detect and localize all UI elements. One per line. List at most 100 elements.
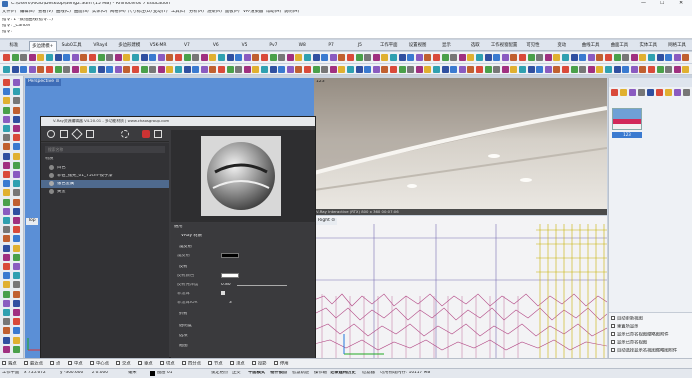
tool-icon[interactable] bbox=[157, 54, 165, 61]
tool-icon[interactable] bbox=[183, 54, 191, 61]
tool-icon[interactable] bbox=[192, 66, 200, 73]
tool-icon[interactable] bbox=[3, 134, 10, 142]
tool-icon[interactable] bbox=[13, 143, 20, 151]
tool-icon[interactable] bbox=[13, 281, 20, 289]
tool-icon[interactable] bbox=[13, 152, 20, 160]
tool-icon[interactable] bbox=[441, 54, 449, 61]
tool-icon[interactable] bbox=[13, 217, 20, 224]
tool-icon[interactable] bbox=[450, 66, 458, 73]
tool-icon[interactable] bbox=[13, 97, 20, 105]
menu-curve[interactable]: 曲线(C) bbox=[56, 10, 71, 14]
materials-icon[interactable] bbox=[47, 130, 55, 138]
checkbox[interactable] bbox=[274, 361, 278, 365]
tool-icon[interactable] bbox=[364, 54, 372, 61]
tool-icon[interactable] bbox=[166, 66, 174, 73]
tool-icon[interactable] bbox=[458, 66, 466, 73]
tool-icon[interactable] bbox=[493, 66, 501, 73]
tool-icon[interactable] bbox=[157, 66, 165, 73]
tool-icon[interactable] bbox=[3, 171, 10, 178]
tool-icon[interactable] bbox=[46, 66, 53, 73]
panel-tool-icon[interactable] bbox=[674, 89, 681, 96]
tool-icon[interactable] bbox=[11, 66, 19, 73]
tool-icon[interactable] bbox=[13, 106, 20, 114]
toolbar-tab[interactable]: W8 bbox=[288, 41, 316, 51]
tool-icon[interactable] bbox=[355, 66, 363, 73]
toolbar-tab[interactable]: V7 bbox=[173, 41, 201, 51]
tool-icon[interactable] bbox=[13, 327, 20, 335]
tool-icon[interactable] bbox=[209, 54, 217, 61]
osnap-end[interactable]: 端点 bbox=[2, 361, 17, 367]
tool-icon[interactable] bbox=[493, 54, 501, 61]
tool-icon[interactable] bbox=[218, 66, 225, 73]
toolbar-tab[interactable]: 显示 bbox=[433, 41, 461, 51]
tool-icon[interactable] bbox=[682, 66, 690, 73]
toolbar-tab[interactable]: VRay4 bbox=[87, 41, 115, 51]
tool-icon[interactable] bbox=[20, 66, 28, 73]
tool-icon[interactable] bbox=[166, 54, 174, 61]
panel-tool-icon[interactable] bbox=[638, 89, 645, 96]
panel-tool-icon[interactable] bbox=[665, 89, 672, 96]
option-auto-update[interactable]: 自动更新视图 bbox=[611, 316, 643, 322]
tool-icon[interactable] bbox=[355, 54, 363, 61]
checkbox[interactable] bbox=[160, 361, 164, 365]
tool-icon[interactable] bbox=[3, 281, 10, 289]
tool-icon[interactable] bbox=[3, 253, 10, 261]
top-viewport-label[interactable]: Top bbox=[26, 218, 38, 225]
tool-icon[interactable] bbox=[54, 66, 62, 73]
tool-icon[interactable] bbox=[13, 207, 20, 215]
tool-icon[interactable] bbox=[183, 66, 191, 73]
tool-icon[interactable] bbox=[123, 54, 131, 61]
tool-icon[interactable] bbox=[673, 66, 681, 73]
tool-icon[interactable] bbox=[235, 54, 243, 61]
minimize-button[interactable]: — bbox=[641, 1, 646, 6]
toolbar-tab[interactable]: 曲线工具 bbox=[577, 41, 605, 51]
tool-icon[interactable] bbox=[252, 66, 260, 73]
fresnel-ior-value[interactable]: 3 bbox=[229, 301, 232, 305]
tool-icon[interactable] bbox=[415, 66, 423, 73]
section-diffuse[interactable]: 漫反射 bbox=[179, 245, 192, 249]
tool-icon[interactable] bbox=[13, 318, 20, 326]
osnap-project[interactable]: 投影 bbox=[252, 361, 267, 367]
tool-icon[interactable] bbox=[510, 66, 518, 73]
tool-icon[interactable] bbox=[3, 180, 10, 188]
section-reflect[interactable]: 反射 bbox=[179, 265, 188, 269]
tool-icon[interactable] bbox=[544, 66, 552, 73]
tool-icon[interactable] bbox=[3, 217, 10, 224]
tool-icon[interactable] bbox=[630, 54, 638, 61]
menu-transform[interactable]: 变动(T) bbox=[153, 10, 168, 14]
checkbox[interactable] bbox=[611, 316, 615, 320]
tool-icon[interactable] bbox=[252, 54, 260, 61]
section-maps[interactable]: 贴图 bbox=[179, 344, 188, 348]
tool-icon[interactable] bbox=[3, 97, 10, 105]
osnap-quad[interactable]: 四分点 bbox=[182, 361, 201, 367]
tool-icon[interactable] bbox=[13, 134, 20, 142]
tool-icon[interactable] bbox=[347, 66, 354, 73]
option-show-thumbnails[interactable]: 显示已命名视图缩略图附件 bbox=[611, 332, 669, 338]
tool-icon[interactable] bbox=[390, 66, 397, 73]
tool-icon[interactable] bbox=[149, 54, 157, 61]
tool-icon[interactable] bbox=[218, 54, 225, 61]
checkbox[interactable] bbox=[116, 361, 120, 365]
tool-icon[interactable] bbox=[243, 66, 251, 73]
tool-icon[interactable] bbox=[3, 299, 10, 307]
toolbar-tab[interactable]: V6 bbox=[202, 41, 230, 51]
section-refract[interactable]: 折射 bbox=[179, 312, 188, 316]
checkbox[interactable] bbox=[68, 361, 72, 365]
tool-icon[interactable] bbox=[3, 161, 10, 169]
panel-tool-icon[interactable] bbox=[647, 89, 654, 96]
tool-icon[interactable] bbox=[665, 54, 673, 61]
tool-icon[interactable] bbox=[278, 66, 286, 73]
smarttrack-toggle[interactable]: 智慧轨迹 bbox=[292, 371, 309, 375]
tool-icon[interactable] bbox=[71, 66, 79, 73]
tool-icon[interactable] bbox=[605, 66, 612, 73]
osnap-disable[interactable]: 停用 bbox=[274, 361, 289, 367]
tool-icon[interactable] bbox=[3, 54, 10, 61]
tool-icon[interactable] bbox=[13, 336, 20, 344]
tool-icon[interactable] bbox=[338, 66, 346, 73]
tool-icon[interactable] bbox=[123, 66, 131, 73]
tool-icon[interactable] bbox=[424, 54, 432, 61]
tool-icon[interactable] bbox=[46, 54, 53, 61]
osnap-cen[interactable]: 中心点 bbox=[90, 361, 109, 367]
checkbox[interactable] bbox=[611, 332, 615, 336]
tool-icon[interactable] bbox=[3, 244, 10, 252]
